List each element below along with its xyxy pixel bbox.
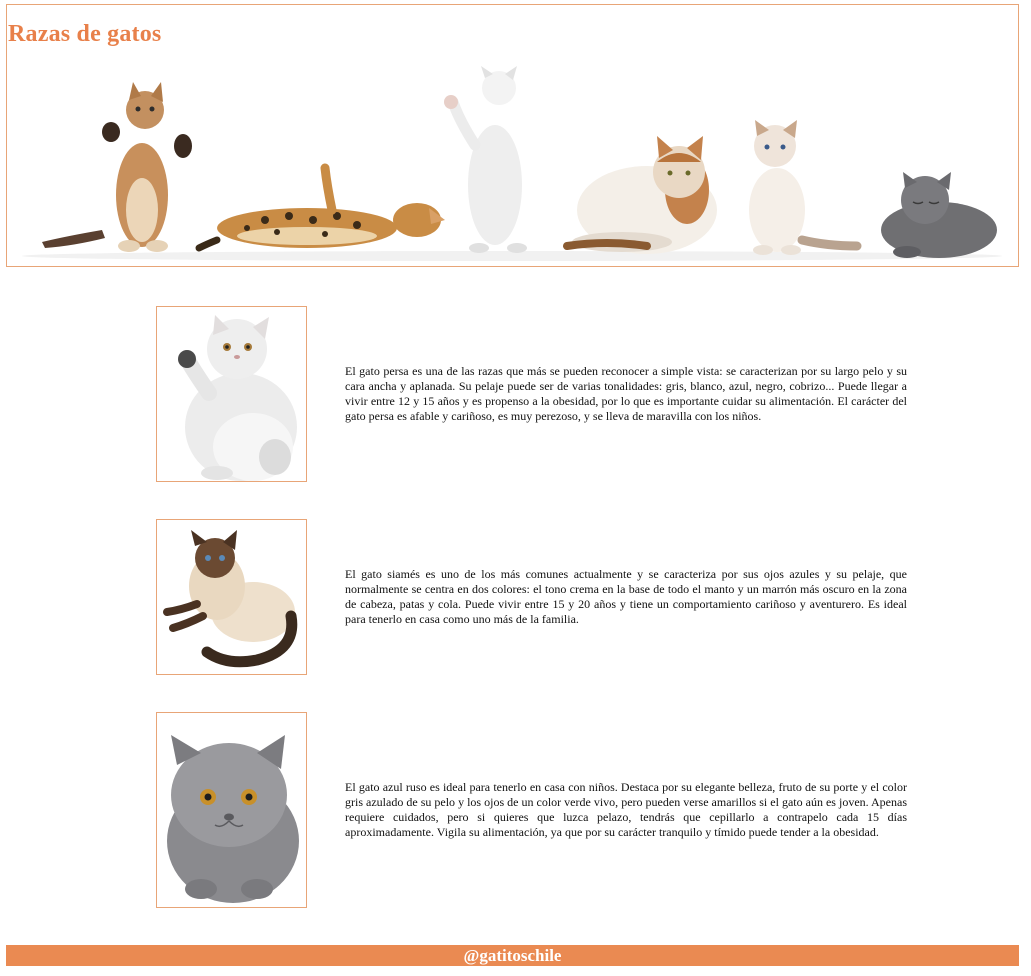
siamese-cat-image — [163, 530, 298, 668]
russian-blue-cat-image — [167, 735, 299, 903]
breed-description: El gato azul ruso es ideal para tenerlo … — [345, 780, 907, 839]
breed-image-frame — [156, 306, 307, 482]
ragdoll-kitten-image — [749, 120, 862, 255]
header: Razas de gatos — [6, 4, 1019, 267]
tabby-cat-standing-image — [42, 82, 192, 252]
breed-description: El gato siamés es uno de los más comunes… — [345, 567, 907, 626]
cats-banner-image — [22, 66, 1002, 261]
page-title: Razas de gatos — [8, 21, 162, 47]
breed-image-frame — [156, 712, 307, 908]
footer: @gatitoschile — [6, 945, 1019, 966]
breed-image-frame — [156, 519, 307, 675]
breed-description: El gato persa es una de las razas que má… — [345, 364, 907, 423]
footer-handle: @gatitoschile — [463, 946, 562, 965]
bengal-cat-lying-image — [195, 163, 445, 252]
calico-cat-sitting-image — [563, 136, 717, 254]
grey-cat-lying-image — [881, 172, 997, 258]
persian-cat-image — [178, 315, 297, 481]
white-kitten-standing-image — [444, 66, 527, 253]
